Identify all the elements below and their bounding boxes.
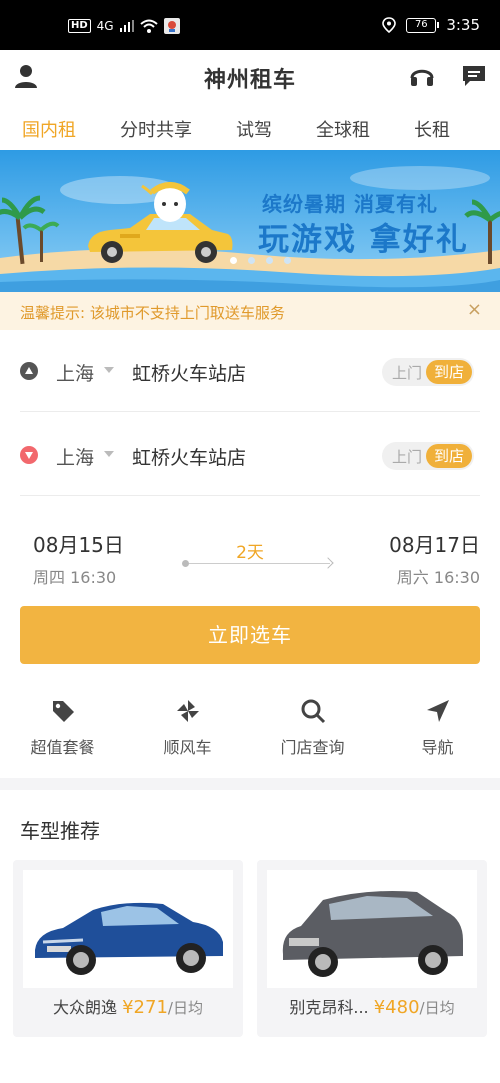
notice-bar: 温馨提示: 该城市不支持上门取送车服务 × [0, 292, 500, 330]
car-recommendations: 车型推荐 大众朗逸 ¥271/日均 别克昂科... ¥480/日均 [0, 790, 500, 1083]
toggle-store-option[interactable]: 到店 [426, 444, 472, 468]
return-date: 08月17日 [389, 533, 480, 557]
booking-form: 上海 虹桥火车站店 上门 到店 上海 虹桥火车站店 上门 到店 08月15日 周… [0, 330, 500, 778]
tab-global[interactable]: 全球租 [316, 116, 370, 142]
headset-icon [410, 69, 434, 86]
car-name: 别克昂科... [289, 998, 369, 1017]
app-header: 神州租车 [0, 50, 500, 102]
return-marker-icon [20, 446, 38, 464]
pinwheel-icon [176, 700, 199, 722]
banner-slogan: 玩游戏 拿好礼 [258, 222, 469, 258]
carousel-dot[interactable] [266, 257, 273, 264]
notice-close-button[interactable]: × [467, 299, 482, 320]
car-card[interactable]: 大众朗逸 ¥271/日均 [13, 860, 243, 1037]
navigation-icon [426, 700, 449, 722]
pickup-store[interactable]: 虹桥火车站店 [132, 359, 246, 386]
app-notification-icon [163, 18, 180, 34]
car-info: 大众朗逸 ¥271/日均 [13, 994, 243, 1018]
toggle-door-option[interactable]: 上门 [392, 446, 422, 467]
quick-link-label: 超值套餐 [30, 738, 95, 757]
return-city[interactable]: 上海 [56, 443, 94, 470]
pickup-marker-icon [20, 362, 38, 380]
carousel-indicator [230, 257, 291, 264]
tab-time-share[interactable]: 分时共享 [120, 116, 192, 142]
tab-long-term[interactable]: 长租 [414, 116, 450, 142]
duration-line [186, 563, 330, 564]
status-right: 76 3:35 [382, 16, 480, 34]
search-icon [301, 699, 325, 724]
hd-badge: HD [68, 19, 91, 33]
return-datetime[interactable]: 08月17日 周六 16:30 [389, 529, 480, 588]
pickup-mode-toggle[interactable]: 上门 到店 [382, 358, 474, 386]
car-image [267, 870, 477, 988]
return-store[interactable]: 虹桥火车站店 [132, 443, 246, 470]
select-car-button[interactable]: 立即选车 [20, 606, 480, 664]
return-location-row[interactable]: 上海 虹桥火车站店 上门 到店 [20, 414, 480, 496]
pickup-location-row[interactable]: 上海 虹桥火车站店 上门 到店 [20, 330, 480, 412]
car-name: 大众朗逸 [53, 998, 118, 1017]
car-price-unit: /日均 [419, 999, 455, 1017]
toggle-store-option[interactable]: 到店 [426, 360, 472, 384]
quick-link-label: 导航 [421, 738, 454, 757]
carousel-dot[interactable] [248, 257, 255, 264]
duration-start-dot [182, 560, 189, 567]
chevron-down-icon [104, 367, 114, 373]
car-image [23, 870, 233, 988]
quick-link-package[interactable]: 超值套餐 [0, 698, 125, 758]
car-card[interactable]: 别克昂科... ¥480/日均 [257, 860, 487, 1037]
return-time: 周六 16:30 [396, 568, 480, 587]
status-bar: HD 4G 76 3:35 [0, 0, 500, 50]
signal-icon [119, 20, 134, 32]
quick-link-rideshare[interactable]: 顺风车 [125, 698, 250, 758]
battery-icon: 76 [406, 17, 440, 33]
banner-headline: 缤纷暑期 消夏有礼 [262, 192, 438, 216]
chevron-down-icon [104, 451, 114, 457]
message-icon [463, 66, 485, 86]
customer-service-button[interactable] [408, 62, 436, 90]
carousel-dot[interactable] [284, 257, 291, 264]
battery-level: 76 [414, 18, 428, 30]
pickup-time: 周四 16:30 [33, 568, 117, 587]
service-tabs: 国内租 分时共享 试驾 全球租 长租 [0, 102, 500, 150]
toggle-door-option[interactable]: 上门 [392, 362, 422, 383]
tab-test-drive[interactable]: 试驾 [236, 116, 272, 142]
status-left: HD 4G [68, 18, 180, 34]
carousel-dot[interactable] [230, 257, 237, 264]
car-price-unit: /日均 [167, 999, 203, 1017]
notice-text: 温馨提示: 该城市不支持上门取送车服务 [20, 304, 285, 322]
car-info: 别克昂科... ¥480/日均 [257, 994, 487, 1018]
messages-button[interactable] [460, 62, 488, 90]
quick-link-store-search[interactable]: 门店查询 [250, 698, 375, 758]
clock: 3:35 [446, 16, 480, 34]
quick-link-label: 顺风车 [163, 738, 212, 757]
quick-link-label: 门店查询 [280, 738, 345, 757]
network-label: 4G [96, 19, 114, 33]
return-mode-toggle[interactable]: 上门 到店 [382, 442, 474, 470]
quick-link-navigation[interactable]: 导航 [375, 698, 500, 758]
car-price: ¥271 [122, 997, 168, 1018]
location-icon [382, 17, 397, 33]
car-price: ¥480 [373, 997, 420, 1018]
pickup-city[interactable]: 上海 [56, 359, 94, 386]
tab-domestic[interactable]: 国内租 [22, 116, 76, 142]
section-title: 车型推荐 [20, 819, 100, 843]
tag-icon [52, 701, 74, 722]
wifi-icon [139, 19, 158, 33]
